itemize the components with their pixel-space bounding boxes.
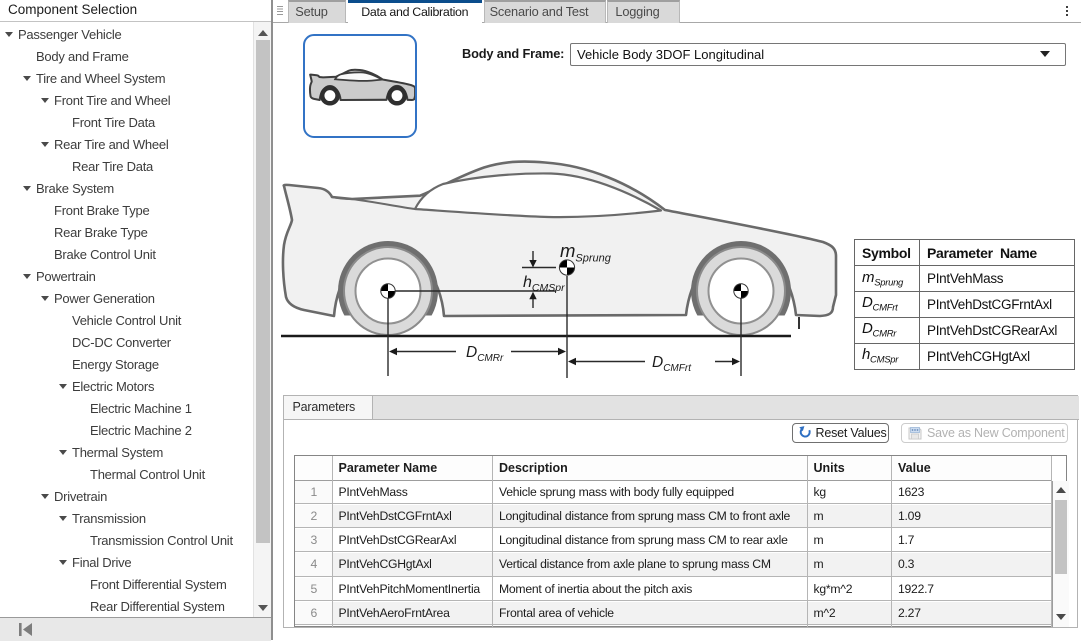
svg-text:DCMRr: DCMRr xyxy=(466,344,504,364)
svg-text:DCMFrt: DCMFrt xyxy=(652,354,692,374)
